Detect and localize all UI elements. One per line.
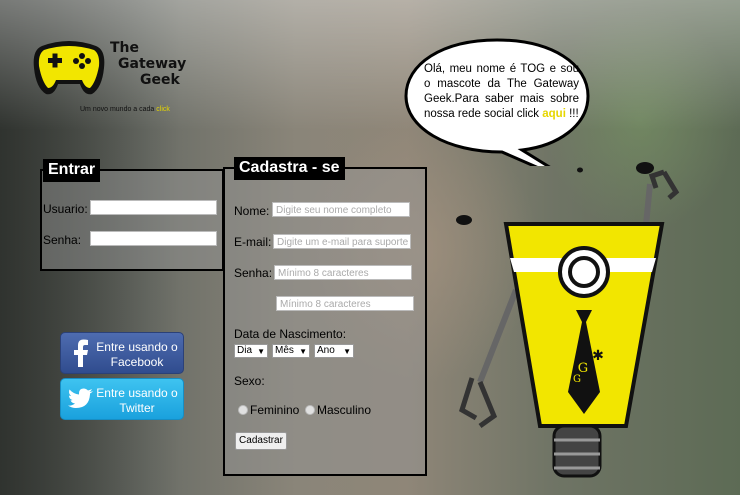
background: The Gateway Geek Um novo mundo a cada cl… [0, 0, 740, 495]
female-radio[interactable] [238, 405, 248, 415]
facebook-login-button[interactable]: Entre usando o Facebook [60, 332, 184, 374]
username-input[interactable] [90, 200, 217, 215]
email-label: E-mail: [234, 235, 272, 249]
month-select[interactable]: Mês ▼ [272, 344, 310, 358]
register-password-input[interactable]: Mínimo 8 caracteres [274, 265, 412, 280]
year-select[interactable]: Ano ▼ [314, 344, 354, 358]
name-label: Nome: [234, 204, 270, 218]
password-label: Senha: [43, 233, 82, 247]
svg-text:✱: ✱ [592, 347, 604, 363]
sex-label: Sexo: [234, 374, 265, 388]
gamepad-icon [33, 41, 105, 95]
male-label: Masculino [317, 403, 372, 417]
register-submit-button[interactable]: Cadastrar [235, 432, 287, 450]
register-title: Cadastra - se [234, 157, 345, 180]
mascot-speech-text: Olá, meu nome é TOG e sou o mascote da T… [424, 63, 579, 120]
birthdate-label: Data de Nascimento: [234, 327, 347, 341]
tagline-click-link[interactable]: click [156, 106, 170, 113]
male-radio[interactable] [305, 405, 315, 415]
logo-text: The Gateway Geek [110, 40, 187, 88]
confirm-password-input[interactable]: Mínimo 8 caracteres [276, 296, 414, 311]
svg-text:G: G [573, 374, 581, 385]
twitter-icon [67, 385, 95, 413]
facebook-button-label: Entre usando o Facebook [96, 340, 178, 369]
twitter-button-label: Entre usando o Twitter [96, 386, 178, 415]
tagline: Um novo mundo a cada click [80, 106, 170, 113]
username-label: Usuario: [43, 202, 88, 216]
aqui-link[interactable]: aqui [542, 108, 566, 120]
password-input[interactable] [90, 231, 217, 246]
name-input[interactable]: Digite seu nome completo [272, 202, 410, 217]
female-label: Feminino [250, 403, 300, 417]
login-panel: Entrar [40, 159, 224, 271]
facebook-icon [67, 339, 95, 367]
email-input[interactable]: Digite um e-mail para suporte [273, 234, 411, 249]
site-logo[interactable]: The Gateway Geek [30, 38, 186, 98]
login-title: Entrar [43, 159, 101, 182]
twitter-login-button[interactable]: Entre usando o Twitter [60, 378, 184, 420]
day-select[interactable]: Dia ▼ [234, 344, 268, 358]
password-label-register: Senha: [234, 266, 273, 280]
mascot-robot-icon: G G ✱ [456, 162, 680, 478]
